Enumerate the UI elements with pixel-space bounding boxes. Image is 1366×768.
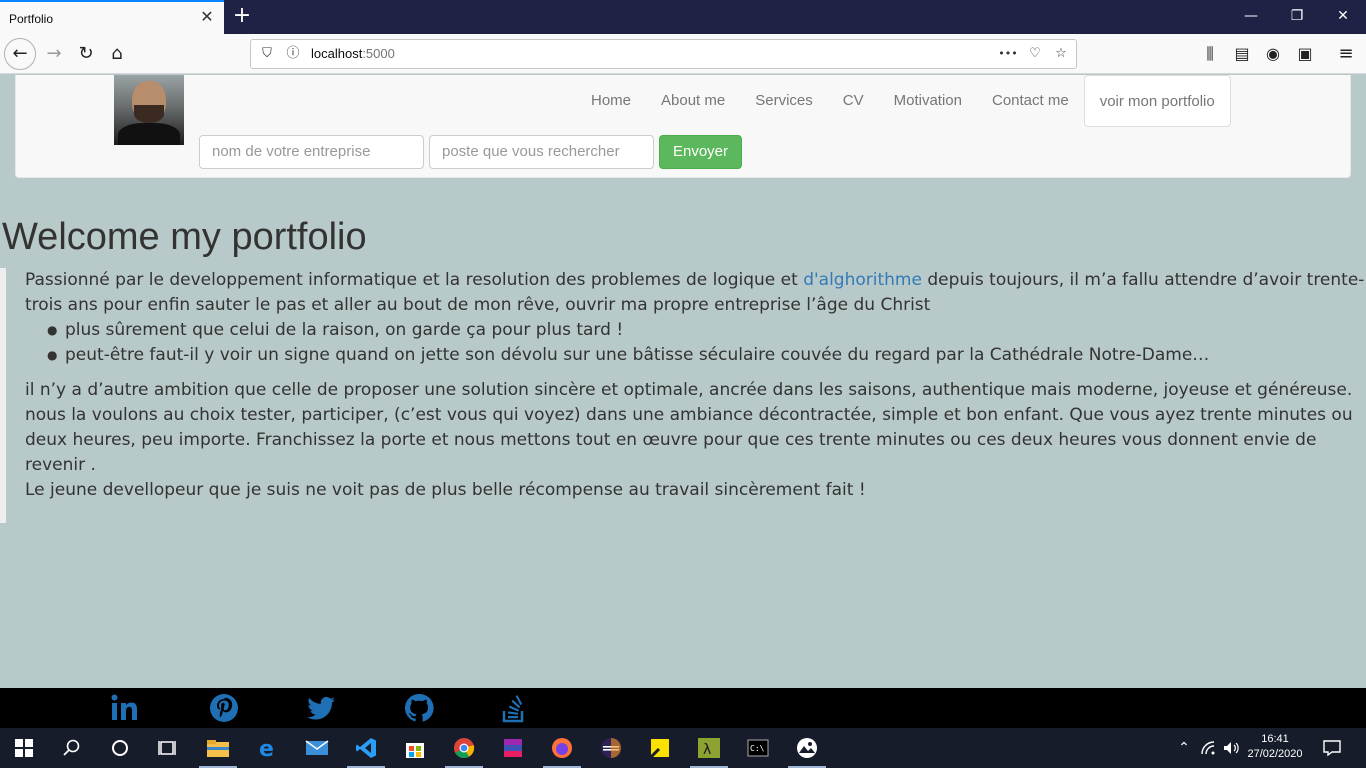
reload-icon[interactable]: ↻ xyxy=(72,40,100,68)
menu-motivation[interactable]: Motivation xyxy=(879,75,977,127)
mail-icon[interactable] xyxy=(303,734,331,762)
sidebar-icon[interactable]: ▤ xyxy=(1228,40,1256,68)
site-navbar: Home About me Services CV Motivation Con… xyxy=(15,75,1351,178)
windows-start-icon[interactable] xyxy=(10,734,38,762)
edge-icon[interactable]: e xyxy=(254,734,282,762)
store-icon[interactable] xyxy=(401,734,429,762)
pinterest-icon[interactable] xyxy=(208,692,240,724)
url-bar[interactable]: ⛉ ⓘ localhost:5000 ••• ♡ ☆ xyxy=(250,39,1077,69)
windows-taskbar: e λ C:\ ⌃ 16:41 27/02/2020 xyxy=(0,728,1366,768)
eclipse-icon[interactable] xyxy=(597,734,625,762)
info-icon[interactable]: ⓘ xyxy=(283,44,303,64)
task-view-icon[interactable] xyxy=(154,734,182,762)
menu-icon[interactable]: ≡ xyxy=(1332,40,1360,68)
winrar-icon[interactable] xyxy=(499,734,527,762)
notifications-icon[interactable] xyxy=(1318,734,1346,762)
taskbar-clock[interactable]: 16:41 27/02/2020 xyxy=(1244,732,1306,762)
browser-toolbar: ← → ↻ ⌂ ⛉ ⓘ localhost:5000 ••• ♡ ☆ ⫼ ▤ ◉… xyxy=(0,34,1366,74)
job-input[interactable]: poste que vous rechercher xyxy=(429,135,654,169)
minimize-icon[interactable]: — xyxy=(1228,0,1274,32)
list-item: plus sûrement que celui de la raison, on… xyxy=(45,318,1366,343)
account-icon[interactable]: ◉ xyxy=(1259,40,1287,68)
menu-cv[interactable]: CV xyxy=(828,75,879,127)
cygwin-icon[interactable]: λ xyxy=(695,734,723,762)
home-icon[interactable]: ⌂ xyxy=(103,40,131,68)
close-tab-icon[interactable]: ✕ xyxy=(198,8,216,26)
svg-text:λ: λ xyxy=(703,742,711,758)
page-actions-icon[interactable]: ••• xyxy=(995,44,1021,64)
menu-services[interactable]: Services xyxy=(740,75,828,127)
send-button[interactable]: Envoyer xyxy=(659,135,742,169)
twitter-icon[interactable] xyxy=(305,692,337,724)
terminal-icon[interactable]: C:\ xyxy=(744,734,772,762)
closing-paragraph: Le jeune devellopeur que je suis ne voit… xyxy=(25,480,866,500)
photos-icon[interactable] xyxy=(793,734,821,762)
clock-time: 16:41 xyxy=(1261,733,1289,745)
menu-about[interactable]: About me xyxy=(646,75,740,127)
volume-icon[interactable] xyxy=(1217,734,1245,762)
shield-icon[interactable]: ⛉ xyxy=(257,44,277,64)
profile-photo xyxy=(114,75,184,145)
algorithm-link[interactable]: d'alghorithme xyxy=(803,270,922,290)
tab-title: Portfolio xyxy=(9,12,54,26)
intro-blockquote: Passionné par le developpement informati… xyxy=(0,268,1366,523)
firefox-icon[interactable] xyxy=(548,734,576,762)
extension-icon[interactable]: ▣ xyxy=(1291,40,1319,68)
library-icon[interactable]: ⫼ xyxy=(1196,40,1224,68)
file-explorer-icon[interactable] xyxy=(204,734,232,762)
back-icon[interactable]: ← xyxy=(4,38,36,70)
bookmark-star-icon[interactable]: ☆ xyxy=(1051,44,1071,64)
intro-paragraph: Passionné par le developpement informati… xyxy=(25,270,1365,315)
restore-icon[interactable]: ❐ xyxy=(1274,0,1320,32)
stackoverflow-icon[interactable] xyxy=(498,692,530,724)
page-title: Welcome my portfolio xyxy=(2,216,367,258)
svg-text:e: e xyxy=(259,737,274,759)
chrome-icon[interactable] xyxy=(450,734,478,762)
close-window-icon[interactable]: ✕ xyxy=(1320,0,1366,32)
linkedin-icon[interactable] xyxy=(109,692,141,724)
github-icon[interactable] xyxy=(403,692,435,724)
portfolio-button[interactable]: voir mon portfolio xyxy=(1083,75,1231,127)
cortana-icon[interactable] xyxy=(106,734,134,762)
company-input[interactable]: nom de votre entreprise xyxy=(199,135,424,169)
search-icon[interactable] xyxy=(58,734,86,762)
main-menu: Home About me Services CV Motivation Con… xyxy=(576,75,1231,127)
menu-contact[interactable]: Contact me xyxy=(977,75,1084,127)
vscode-icon[interactable] xyxy=(352,734,380,762)
forward-icon[interactable]: → xyxy=(40,40,68,68)
new-tab-icon[interactable]: + xyxy=(231,4,253,28)
clock-date: 27/02/2020 xyxy=(1247,748,1303,760)
footer xyxy=(0,688,1366,728)
ambition-paragraph: il n’y a d’autre ambition que celle de p… xyxy=(25,380,1353,475)
pocket-icon[interactable]: ♡ xyxy=(1025,44,1045,64)
show-hidden-icons-icon[interactable]: ⌃ xyxy=(1170,734,1198,762)
browser-tab[interactable]: Portfolio ✕ xyxy=(0,0,224,34)
sticky-notes-icon[interactable] xyxy=(646,734,674,762)
bullet-list: plus sûrement que celui de la raison, on… xyxy=(25,318,1366,368)
svg-text:C:\: C:\ xyxy=(750,744,765,753)
browser-titlebar: Portfolio ✕ + — ❐ ✕ xyxy=(0,0,1366,34)
list-item: peut-être faut-il y voir un signe quand … xyxy=(45,343,1366,368)
url-text[interactable]: localhost:5000 xyxy=(311,46,395,61)
menu-home[interactable]: Home xyxy=(576,75,646,127)
